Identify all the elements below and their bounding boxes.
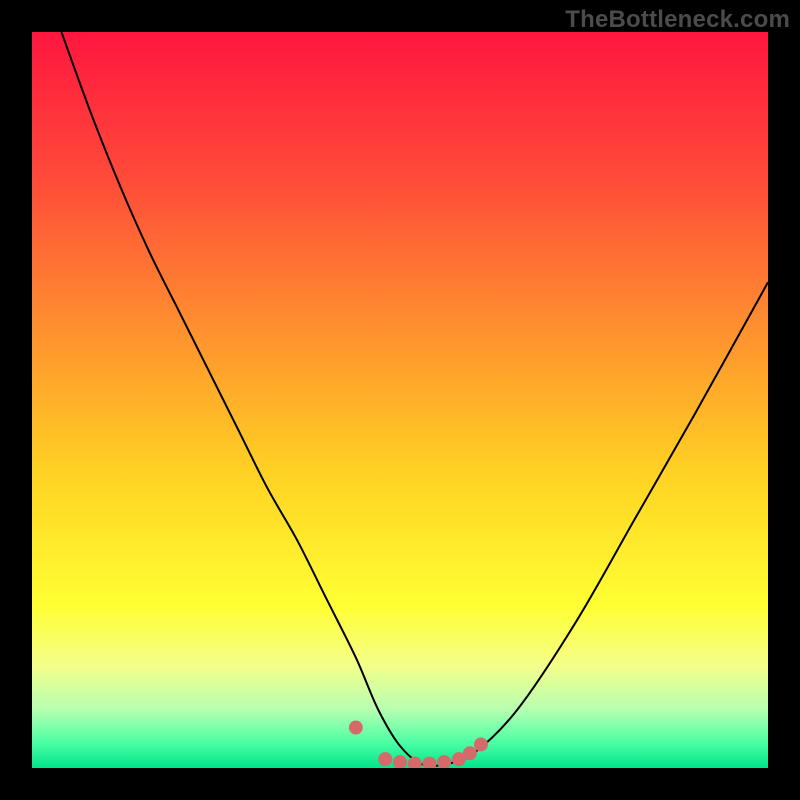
optimal-zone-dots <box>349 721 488 768</box>
marker-dot <box>408 757 422 768</box>
marker-dot <box>474 737 488 751</box>
marker-dot <box>422 757 436 768</box>
bottleneck-curve <box>61 32 768 766</box>
curve-layer <box>32 32 768 768</box>
marker-dot <box>393 755 407 768</box>
marker-dot <box>437 755 451 768</box>
marker-dot <box>349 721 363 735</box>
watermark-text: TheBottleneck.com <box>565 6 790 34</box>
plot-area <box>32 32 768 768</box>
marker-dot <box>378 752 392 766</box>
marker-dot <box>463 746 477 760</box>
chart-frame: TheBottleneck.com <box>0 0 800 800</box>
